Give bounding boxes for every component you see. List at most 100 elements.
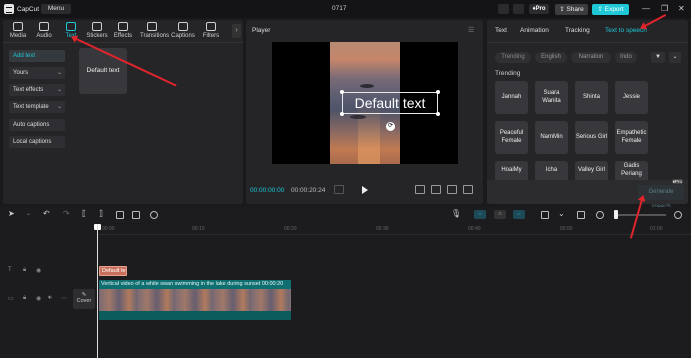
ratio-icon[interactable] xyxy=(415,185,425,194)
resize-handle[interactable] xyxy=(436,112,440,116)
video-clip[interactable]: Vertical video of a white swan swimming … xyxy=(99,280,291,320)
resize-handle[interactable] xyxy=(340,90,344,94)
split-icon[interactable]: ⟦ xyxy=(82,209,90,218)
duration-timecode: 00:00:20:24 xyxy=(291,187,326,194)
voice-jannah[interactable]: Jannah xyxy=(495,81,528,114)
select-icon[interactable]: ➤ xyxy=(8,209,16,218)
shortcuts-icon[interactable] xyxy=(513,4,524,14)
voice-serious-girl[interactable]: Serious Girl xyxy=(575,121,608,154)
overlay-text-box[interactable]: Default text xyxy=(342,92,438,114)
microphone-icon[interactable]: 🎙 xyxy=(451,209,461,218)
voice-icha[interactable]: Icha xyxy=(535,161,568,180)
default-text-card[interactable]: Default text xyxy=(79,48,127,94)
tab-transitions[interactable]: Transitions xyxy=(140,22,169,39)
rotate-icon[interactable]: ⟳ xyxy=(386,122,395,131)
filter-chip-trending[interactable]: Trending xyxy=(495,52,531,63)
player-menu-icon[interactable]: ☰ xyxy=(468,26,474,34)
chevron-down-icon[interactable]: ⌄ xyxy=(669,52,681,63)
volume-icon[interactable]: 🔊︎ xyxy=(48,295,52,302)
audio-icon xyxy=(39,22,49,31)
text-clip[interactable]: Default te xyxy=(99,266,127,276)
eye-icon[interactable]: ◉ xyxy=(36,267,41,274)
aspect-icon[interactable] xyxy=(447,185,457,194)
play-icon[interactable] xyxy=(362,186,368,194)
sidebar-item-add-text[interactable]: Add text xyxy=(9,50,65,62)
share-button[interactable]: ⇪ Share xyxy=(555,4,588,15)
chevron-down-icon[interactable]: ⌄ xyxy=(26,210,34,218)
tab-effects[interactable]: Effects xyxy=(111,22,135,39)
eye-icon[interactable]: ◉ xyxy=(36,295,41,302)
delete-icon[interactable] xyxy=(132,211,140,219)
current-timecode: 00:00:00:00 xyxy=(250,187,285,194)
close-icon[interactable]: ✕ xyxy=(678,4,685,13)
resize-handle[interactable] xyxy=(436,90,440,94)
export-button[interactable]: ⇧ Export xyxy=(592,4,629,15)
voice-nammin[interactable]: NamMin xyxy=(535,121,568,154)
player-panel: Player ☰ Default text ⟳ 00:00:00:00 00:0… xyxy=(246,20,483,204)
filter-chip-english[interactable]: English xyxy=(535,52,567,63)
fullscreen-icon[interactable] xyxy=(463,185,473,194)
video-clip-label: Vertical video of a white swan swimming … xyxy=(101,281,284,287)
voice-peaceful-female[interactable]: Peaceful Female xyxy=(495,121,528,154)
voice-shinta[interactable]: Shinta xyxy=(575,81,608,114)
zoom-in-icon[interactable] xyxy=(674,211,682,219)
sidebar-item-yours[interactable]: Yours ⌄ xyxy=(9,67,65,79)
zoom-slider-handle[interactable] xyxy=(614,210,618,219)
generate-bar: Generate speech ♦Pro xyxy=(487,179,688,210)
chevron-down-icon: ⌄ xyxy=(56,70,62,76)
trim-right-icon[interactable] xyxy=(116,211,124,219)
voice-jessie[interactable]: Jessie xyxy=(615,81,648,114)
lock-icon[interactable]: 🔒︎ xyxy=(23,295,26,302)
voice-gadis-periang[interactable]: Gadis Periang xyxy=(615,161,648,180)
lock-icon[interactable]: 🔒︎ xyxy=(23,267,26,274)
chevron-down-icon[interactable]: ⌄ xyxy=(558,209,566,218)
filter-icon[interactable]: ▼ xyxy=(651,52,665,63)
preview-axis-icon[interactable] xyxy=(541,211,549,219)
menu-button[interactable]: Menu xyxy=(41,4,71,14)
tabs-scroll-right-button[interactable]: › xyxy=(232,24,241,38)
more-icon[interactable]: ⋯ xyxy=(61,295,67,302)
undo-icon[interactable]: ↶ xyxy=(43,209,51,218)
pro-button[interactable]: ♦Pro xyxy=(529,4,549,14)
caption-icon[interactable] xyxy=(577,211,585,219)
layout-icon[interactable] xyxy=(498,4,509,14)
voice-empathetic-female[interactable]: Empathetic Female xyxy=(615,121,648,154)
sidebar-item-auto-captions[interactable]: Auto captions xyxy=(9,119,65,131)
minimize-icon[interactable]: — xyxy=(642,4,650,13)
restore-icon[interactable]: ❐ xyxy=(661,4,668,13)
resize-handle[interactable] xyxy=(340,112,344,116)
tab-animation[interactable]: Animation xyxy=(520,27,549,34)
filter-chip-indo[interactable]: Indo xyxy=(615,52,637,63)
tab-text-props[interactable]: Text xyxy=(495,27,507,34)
linkage-icon[interactable]: ⇔ xyxy=(513,210,525,219)
mask-icon[interactable] xyxy=(150,211,158,219)
preview-canvas[interactable]: Default text ⟳ xyxy=(272,42,458,164)
zoom-out-icon[interactable] xyxy=(596,211,604,219)
trim-left-icon[interactable]: ⟧ xyxy=(99,209,107,218)
voice-hoaimy[interactable]: HoaiMy xyxy=(495,161,528,180)
quality-icon[interactable] xyxy=(431,185,441,194)
tab-audio[interactable]: Audio xyxy=(32,22,56,39)
redo-icon[interactable]: ↷ xyxy=(63,209,71,218)
export-icon: ⇧ xyxy=(597,6,603,13)
tab-media[interactable]: Media xyxy=(6,22,30,39)
tab-filters[interactable]: Filters xyxy=(199,22,223,39)
timeline[interactable]: 00:00 00:10 00:20 00:30 00:40 00:50 01:0… xyxy=(0,224,691,358)
playhead[interactable] xyxy=(97,224,98,358)
cover-button[interactable]: ✎ Cover xyxy=(73,289,95,309)
zoom-slider[interactable] xyxy=(614,214,666,216)
time-ruler[interactable]: 00:00 00:10 00:20 00:30 00:40 00:50 01:0… xyxy=(98,224,691,234)
captions-icon xyxy=(178,22,188,31)
filter-chip-narration[interactable]: Narration xyxy=(571,52,611,63)
sidebar-item-local-captions[interactable]: Local captions xyxy=(9,136,65,148)
tab-stickers[interactable]: Stickers xyxy=(85,22,109,39)
sidebar-item-text-effects[interactable]: Text effects ⌄ xyxy=(9,84,65,96)
voice-suara-wanita[interactable]: Suara Wanita xyxy=(535,81,568,114)
tab-captions[interactable]: Captions xyxy=(171,22,195,39)
sidebar-item-text-template[interactable]: Text template ⌄ xyxy=(9,101,65,113)
link-main-track-icon[interactable]: ⇔ xyxy=(474,210,486,219)
timecode-toggle-icon[interactable] xyxy=(334,185,344,194)
magnet-icon[interactable]: ∩ xyxy=(494,210,506,219)
voice-valley-girl[interactable]: Valley Girl xyxy=(575,161,608,180)
tab-tracking[interactable]: Tracking xyxy=(565,27,590,34)
